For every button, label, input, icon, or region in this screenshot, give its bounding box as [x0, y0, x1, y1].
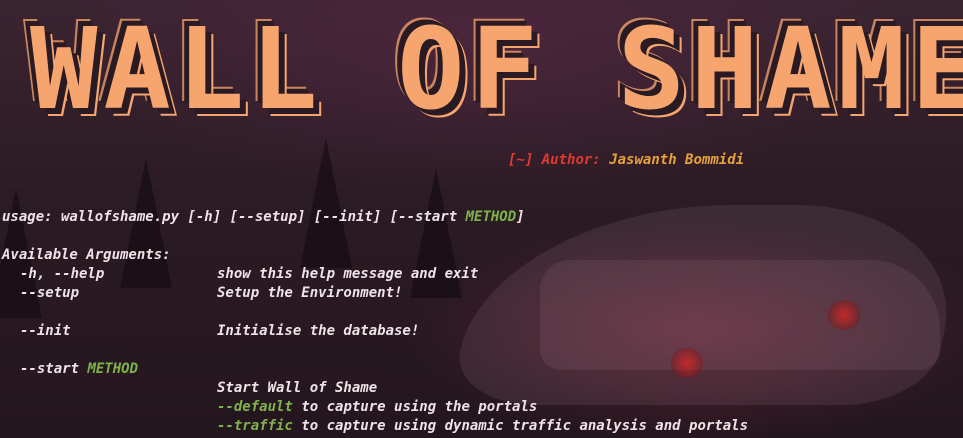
tree-silhouette — [300, 138, 352, 268]
author-label: Author: — [541, 152, 601, 168]
author-name: Jaswanth Bommidi — [609, 152, 745, 168]
start-method: METHOD — [87, 361, 139, 377]
help-desc: show this help message and exit — [217, 266, 479, 282]
usage-line: usage: wallofshame.py [-h] [--setup] [--… — [2, 208, 525, 227]
start-option-traffic: --traffic to capture using dynamic traff… — [217, 417, 748, 436]
usage-suffix: ] — [516, 209, 525, 225]
ascii-banner: WALL OF SHAME — [30, 10, 963, 130]
option-name: --default — [217, 399, 293, 415]
taillight — [827, 300, 861, 330]
start-desc: Start Wall of Shame — [217, 380, 378, 396]
start-option-default: --default to capture using the portals — [217, 398, 537, 417]
setup-flag: --setup — [20, 285, 80, 301]
start-flag-line: --start METHOD — [20, 360, 138, 379]
option-desc: to capture using the portals — [301, 399, 538, 415]
usage-method: METHOD — [465, 209, 517, 225]
banner-title: WALL OF SHAME — [30, 5, 963, 135]
author-prefix: [~] — [508, 152, 534, 168]
taillight — [670, 348, 704, 378]
start-flag: --start — [20, 361, 80, 377]
option-name: --traffic — [217, 418, 293, 434]
setup-desc: Setup the Environment! — [217, 285, 403, 301]
author-line: [~] Author: Jaswanth Bommidi — [508, 151, 744, 170]
init-flag: --init — [20, 323, 71, 339]
usage-prefix: usage: wallofshame.py [-h] [--setup] [--… — [2, 209, 466, 225]
init-desc: Initialise the database! — [217, 323, 420, 339]
arguments-heading: Available Arguments: — [2, 247, 171, 263]
help-flag: -h, --help — [20, 266, 105, 282]
car-body-image — [540, 260, 940, 370]
option-desc: to capture using dynamic traffic analysi… — [301, 418, 749, 434]
